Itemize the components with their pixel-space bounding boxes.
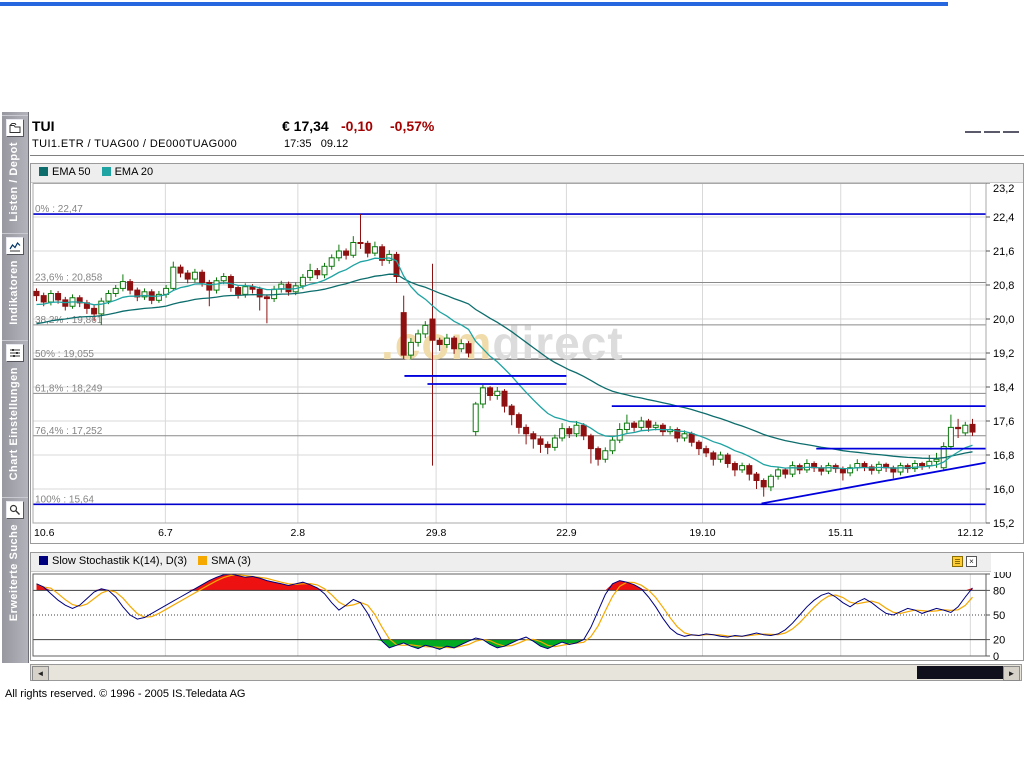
svg-text:16,8: 16,8 bbox=[993, 450, 1014, 462]
indicator-settings-icon[interactable] bbox=[952, 556, 963, 567]
stochastic-chart[interactable]: 100 80 50 20 0 bbox=[31, 572, 1022, 665]
svg-text:23,6% : 20,858: 23,6% : 20,858 bbox=[35, 273, 103, 284]
sidebar-tab-listen-depot[interactable]: Listen / Depot bbox=[2, 115, 28, 234]
copyright-footer: All rights reserved. © 1996 - 2005 IS.Te… bbox=[5, 688, 245, 700]
stochastic-svg: 100 80 50 20 0 bbox=[31, 572, 1022, 660]
svg-text:15,2: 15,2 bbox=[993, 518, 1014, 530]
dash-icon bbox=[984, 131, 1000, 133]
search-icon bbox=[6, 501, 24, 519]
svg-text:50: 50 bbox=[993, 610, 1005, 622]
svg-text:61,8% : 18,249: 61,8% : 18,249 bbox=[35, 383, 103, 394]
sidebar-tab-chart-einstellungen[interactable]: Chart Einstellungen bbox=[2, 340, 28, 498]
svg-text:10.6: 10.6 bbox=[34, 527, 55, 539]
scrollbar-thumb[interactable] bbox=[917, 666, 1005, 679]
svg-text:12.12: 12.12 bbox=[957, 527, 983, 539]
svg-text:22,4: 22,4 bbox=[993, 212, 1014, 224]
fibonacci-labels: 0% : 22,4723,6% : 20,85838,2% : 19,86150… bbox=[35, 204, 103, 505]
indicator-close-icon[interactable]: × bbox=[966, 556, 977, 567]
scroll-left-icon[interactable]: ◄ bbox=[32, 666, 49, 681]
price-axis: 23,2 22,4 21,6 20,8 20,0 19,2 18,4 17,6 16,8 16,0… bbox=[986, 183, 1014, 530]
oversold-fill bbox=[37, 640, 973, 650]
svg-text:2.8: 2.8 bbox=[291, 527, 306, 539]
legend-ema20: EMA 20 bbox=[102, 166, 154, 178]
ema20-swatch bbox=[102, 167, 111, 176]
sidebar: Listen / Depot Indikatoren Chart Einstel… bbox=[2, 112, 29, 663]
quote-timestamp: 17:35 09.12 bbox=[284, 138, 348, 150]
stochastic-legend: Slow Stochastik K(14), D(3) SMA (3) × bbox=[31, 553, 991, 572]
svg-text:29.8: 29.8 bbox=[426, 527, 447, 539]
svg-text:17,6: 17,6 bbox=[993, 416, 1014, 428]
sidebar-tab-label: Indikatoren bbox=[8, 260, 20, 325]
svg-text:0: 0 bbox=[993, 651, 999, 660]
last-price: € 17,34 bbox=[282, 118, 329, 134]
svg-text:18,4: 18,4 bbox=[993, 382, 1014, 394]
quote-date-value: 09.12 bbox=[321, 138, 349, 150]
quote-time-value: 17:35 bbox=[284, 138, 312, 150]
price-chart-legend: EMA 50 EMA 20 bbox=[31, 164, 1023, 183]
scroll-right-icon[interactable]: ► bbox=[1003, 666, 1020, 681]
svg-text:6.7: 6.7 bbox=[158, 527, 173, 539]
sma-label: SMA (3) bbox=[211, 555, 251, 567]
svg-text:15.11: 15.11 bbox=[828, 527, 854, 539]
svg-text:20: 20 bbox=[993, 635, 1005, 647]
svg-text:19,2: 19,2 bbox=[993, 348, 1014, 360]
price-chart-panel: EMA 50 EMA 20 .comdirect0% : 22,4723,6% … bbox=[30, 163, 1024, 544]
change-absolute: -0,10 bbox=[341, 118, 373, 134]
svg-text:19.10: 19.10 bbox=[689, 527, 715, 539]
change-percent: -0,57% bbox=[390, 118, 434, 134]
legend-sma: SMA (3) bbox=[198, 555, 251, 567]
sma-line bbox=[37, 575, 973, 648]
ema50-swatch bbox=[39, 167, 48, 176]
sidebar-tab-label: Chart Einstellungen bbox=[8, 367, 20, 480]
legend-ema50: EMA 50 bbox=[39, 166, 91, 178]
sidebar-tab-label: Listen / Depot bbox=[8, 142, 20, 222]
symbol-name: TUI bbox=[32, 118, 55, 134]
svg-text:16,0: 16,0 bbox=[993, 484, 1014, 496]
symbol-identifiers: TUI1.ETR / TUAG00 / DE000TUAG000 bbox=[32, 138, 237, 150]
price-chart-svg: .comdirect0% : 22,4723,6% : 20,85838,2% … bbox=[31, 183, 1022, 541]
stochastic-panel: Slow Stochastik K(14), D(3) SMA (3) × 10… bbox=[30, 552, 1024, 661]
svg-text:80: 80 bbox=[993, 585, 1005, 597]
svg-text:76,4% : 17,252: 76,4% : 17,252 bbox=[35, 426, 103, 437]
candlestick-chart[interactable]: .comdirect0% : 22,4723,6% : 20,85838,2% … bbox=[31, 183, 1022, 546]
dash-icon bbox=[1003, 131, 1019, 133]
ema20-label: EMA 20 bbox=[115, 166, 154, 178]
svg-text:21,6: 21,6 bbox=[993, 246, 1014, 258]
svg-text:0% : 22,47: 0% : 22,47 bbox=[35, 204, 83, 215]
stochastic-axis: 100 80 50 20 0 bbox=[986, 572, 1011, 660]
date-axis: 10.6 6.7 2.8 29.8 22.9 19.10 15.11 12.12 bbox=[34, 527, 984, 539]
stochastic-k-label: Slow Stochastik K(14), D(3) bbox=[52, 555, 187, 567]
svg-text:20,0: 20,0 bbox=[993, 314, 1014, 326]
stochastic-k-line bbox=[37, 574, 973, 649]
overbought-fill bbox=[37, 574, 973, 590]
legend-stochastic-k: Slow Stochastik K(14), D(3) bbox=[39, 555, 187, 567]
sidebar-tab-indikatoren[interactable]: Indikatoren bbox=[2, 233, 28, 341]
svg-text:50% : 19,055: 50% : 19,055 bbox=[35, 349, 94, 360]
sidebar-tab-label: Erweiterte Suche bbox=[8, 524, 20, 621]
sma-swatch bbox=[198, 556, 207, 565]
svg-text:20,8: 20,8 bbox=[993, 280, 1014, 292]
header-divider bbox=[30, 155, 1024, 159]
top-accent-bar bbox=[0, 2, 948, 6]
stochastic-k-swatch bbox=[39, 556, 48, 565]
svg-text:23,2: 23,2 bbox=[993, 183, 1014, 195]
horizontal-scrollbar[interactable]: ◄ ► bbox=[30, 664, 1022, 681]
svg-text:100: 100 bbox=[993, 572, 1011, 581]
folder-icon bbox=[6, 119, 24, 137]
dash-icon bbox=[965, 131, 981, 133]
indicator-chart-icon bbox=[6, 237, 24, 255]
chart-settings-icon bbox=[6, 344, 24, 362]
svg-text:100% : 15,64: 100% : 15,64 bbox=[35, 494, 94, 505]
sidebar-tab-erweiterte-suche[interactable]: Erweiterte Suche bbox=[2, 497, 28, 631]
window-control-dashes bbox=[962, 131, 1022, 135]
svg-text:22.9: 22.9 bbox=[556, 527, 577, 539]
ema50-label: EMA 50 bbox=[52, 166, 91, 178]
